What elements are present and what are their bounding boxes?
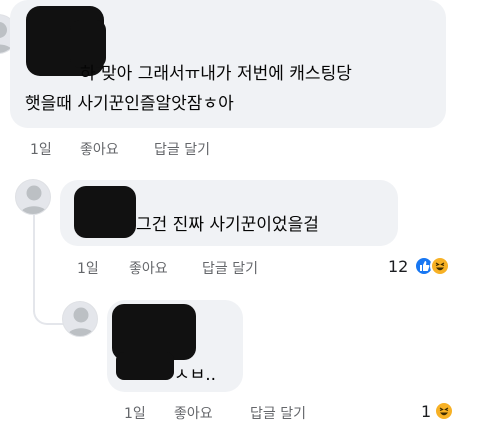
haha-icon[interactable]: [430, 256, 450, 276]
comment-actions: 1일 좋아요 답글 달기: [30, 139, 290, 159]
reply-button[interactable]: 답글 달기: [202, 258, 258, 278]
reply-button[interactable]: 답글 달기: [250, 403, 306, 423]
redacted-name: [74, 186, 136, 238]
comment-actions: 1일 좋아요 답글 달기: [77, 258, 337, 278]
like-button[interactable]: 좋아요: [80, 139, 119, 159]
comment-actions: 1일 좋아요 답글 달기: [124, 403, 384, 423]
like-button[interactable]: 좋아요: [174, 403, 213, 423]
comment-text: 햇을때 사기꾼인즐알앗잠ㅎ아: [25, 94, 234, 114]
reaction-count[interactable]: 12: [388, 257, 408, 276]
timestamp[interactable]: 1일: [77, 258, 99, 278]
avatar[interactable]: [62, 301, 98, 337]
reply-button[interactable]: 답글 달기: [154, 139, 210, 159]
avatar[interactable]: [15, 179, 51, 215]
reaction-count[interactable]: 1: [421, 402, 431, 421]
comment-text: 하 맞아 그래서ㅠ내가 저번에 캐스팅당: [80, 64, 352, 84]
timestamp[interactable]: 1일: [30, 139, 52, 159]
timestamp[interactable]: 1일: [124, 403, 146, 423]
comment-text: 그건 진짜 사기꾼이었을걸: [136, 215, 319, 235]
like-button[interactable]: 좋아요: [129, 258, 168, 278]
comment-text: ㅅㅂ..: [174, 365, 217, 385]
redacted-name: [116, 352, 174, 380]
haha-icon[interactable]: [434, 401, 454, 421]
thread-line: [33, 295, 63, 325]
